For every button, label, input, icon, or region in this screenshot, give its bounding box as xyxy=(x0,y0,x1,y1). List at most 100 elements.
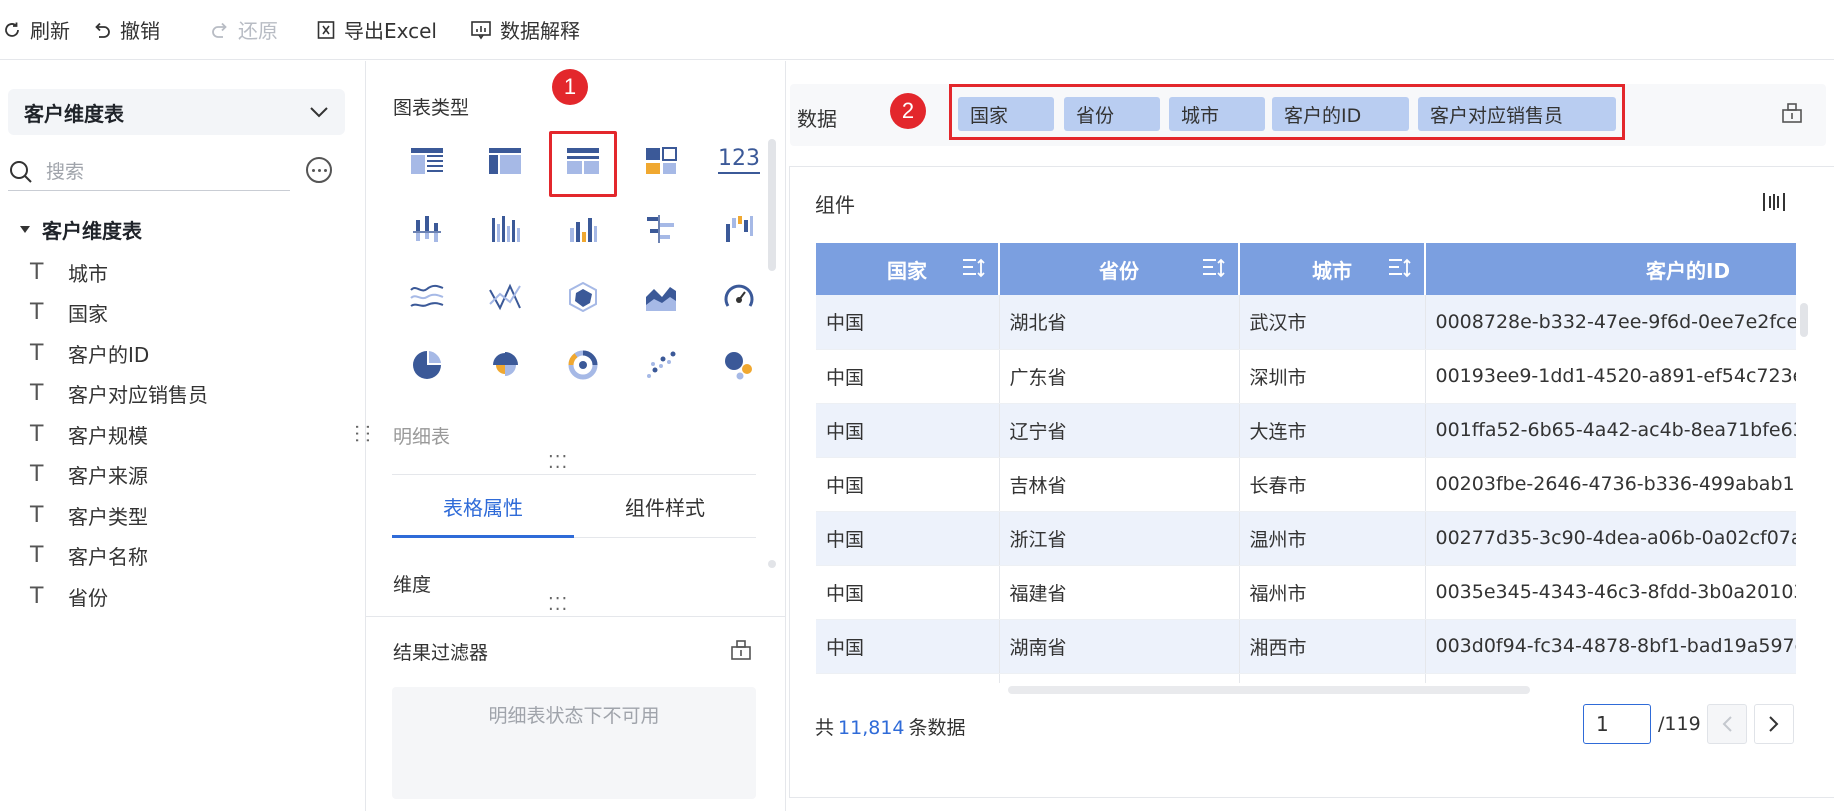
data-explain-button[interactable]: 数据解释 xyxy=(470,0,580,60)
field-item[interactable]: T 省份 xyxy=(30,576,208,617)
multi-bar-icon xyxy=(492,216,520,242)
table-row[interactable]: 中国 湖北省 武汉市 0008728e-b332-47ee-9f6d-0ee7e2fc… xyxy=(816,295,1796,350)
redo-button[interactable]: 还原 xyxy=(210,0,278,60)
tree-root[interactable]: 客户维度表 xyxy=(20,215,142,244)
area-chart-icon xyxy=(646,287,676,311)
data-chip[interactable]: 客户对应销售员 xyxy=(1418,97,1616,131)
dashboard-card-icon xyxy=(646,147,677,174)
chart-type-title: 图表类型 xyxy=(393,97,470,119)
table-row[interactable]: 中国 福建省 福州市 0035e345-4343-46c3-8fdd-3b0a2010… xyxy=(816,565,1796,620)
table-row[interactable]: 中国 广东省 深圳市 00193ee9-1dd1-4520-a891-ef54c723… xyxy=(816,349,1796,404)
table-row[interactable]: 中国 吉林省 长春市 00203fbe-2646-4736-b336-499abab1… xyxy=(816,457,1796,512)
field-label: 国家 xyxy=(68,302,108,327)
detail-table: 国家 省份 城市 客户的ID 中国 湖北省 武汉市 0008728e-b332-47e… xyxy=(816,243,1796,683)
prev-page-button[interactable] xyxy=(1707,704,1747,744)
sort-icon[interactable] xyxy=(962,257,988,279)
data-chip[interactable]: 省份 xyxy=(1064,97,1160,131)
data-chip[interactable]: 客户的ID xyxy=(1272,97,1409,131)
chart-type-scatter[interactable] xyxy=(622,331,700,399)
tab-component-style[interactable]: 组件样式 xyxy=(574,475,756,537)
chart-type-column[interactable] xyxy=(544,195,622,263)
more-options-button[interactable] xyxy=(306,157,332,183)
sort-icon[interactable] xyxy=(1202,257,1228,279)
column-header[interactable]: 客户的ID xyxy=(1425,243,1796,295)
refresh-label: 刷新 xyxy=(30,19,70,43)
sort-icon[interactable] xyxy=(1388,257,1414,279)
refresh-icon xyxy=(5,22,19,37)
next-page-button[interactable] xyxy=(1754,704,1794,744)
column-width-button[interactable] xyxy=(1762,190,1786,218)
chart-type-line[interactable] xyxy=(388,263,466,331)
field-item[interactable]: T 客户的ID xyxy=(30,333,208,374)
table-horizontal-scrollbar[interactable] xyxy=(1008,686,1530,694)
chart-type-dashboard-card[interactable] xyxy=(622,127,700,195)
column-header[interactable]: 城市 xyxy=(1239,243,1426,295)
chart-type-gauge[interactable] xyxy=(700,263,778,331)
text-type-icon: T xyxy=(30,502,44,528)
chart-type-multi-bar[interactable] xyxy=(466,195,544,263)
redo-label: 还原 xyxy=(238,19,278,43)
filter-settings-button[interactable] xyxy=(730,639,752,665)
pie-chart-icon xyxy=(413,351,441,379)
chart-type-area[interactable] xyxy=(622,263,700,331)
table-vertical-scrollbar[interactable] xyxy=(1800,303,1808,337)
chart-type-pie[interactable] xyxy=(388,331,466,399)
field-item[interactable]: T 客户类型 xyxy=(30,495,208,536)
record-count-number: 11,814 xyxy=(838,717,905,739)
resize-handle-horizontal[interactable]: ⁚⁚⁚ xyxy=(548,452,568,473)
table-row[interactable]: 中国 辽宁省 大连市 001ffa52-6b65-4a42-ac4b-8ea71bfe… xyxy=(816,403,1796,458)
field-label: 客户名称 xyxy=(68,545,148,570)
data-chip[interactable]: 城市 xyxy=(1169,97,1265,131)
chevron-right-icon xyxy=(1769,716,1779,732)
expand-triangle-icon xyxy=(20,226,30,233)
field-item[interactable]: T 客户来源 xyxy=(30,455,208,496)
chart-type-waterfall[interactable] xyxy=(700,195,778,263)
chart-type-kpi[interactable]: 123 xyxy=(700,127,778,195)
data-bar-settings-button[interactable] xyxy=(1781,102,1803,128)
chart-type-rose[interactable] xyxy=(466,331,544,399)
field-item[interactable]: T 城市 xyxy=(30,252,208,293)
column-adjust-icon xyxy=(1763,193,1785,211)
chart-type-stacked-bar[interactable] xyxy=(388,195,466,263)
field-item[interactable]: T 客户对应销售员 xyxy=(30,374,208,415)
chart-type-cross-table[interactable] xyxy=(466,127,544,195)
column-header[interactable]: 国家 xyxy=(816,243,1000,295)
table-row[interactable]: 中国 浙江省 温州市 00277d35-3c90-4dea-a06b-0a02cf07… xyxy=(816,511,1796,566)
field-list: T 城市 T 国家 T 客户的ID T 客户对应销售员 T 客户规模 T 客户来源 T 客户类… xyxy=(30,252,208,617)
chart-type-parallel[interactable] xyxy=(466,263,544,331)
text-type-icon: T xyxy=(30,421,44,447)
chart-type-detail-table[interactable] xyxy=(544,127,622,197)
grouped-table-icon xyxy=(411,148,443,174)
chart-config-panel: 图表类型 123 1 明细表 ⁚⁚⁚ 表格属性 组件样式 维度 ⁚⁚⁚ 结果过滤… xyxy=(366,61,786,811)
filter-unavailable-text: 明细表状态下不可用 xyxy=(488,705,660,727)
field-label: 城市 xyxy=(68,261,108,286)
page-number-input[interactable]: 1 xyxy=(1583,704,1651,744)
resize-handle-vertical[interactable]: ⁚⁚⁚ xyxy=(351,424,372,444)
search-input[interactable] xyxy=(46,160,266,183)
chart-type-bubble[interactable] xyxy=(700,331,778,399)
data-chip[interactable]: 国家 xyxy=(958,97,1054,131)
undo-button[interactable]: 撤销 xyxy=(92,0,160,60)
line-chart-icon xyxy=(410,284,444,307)
chart-type-scrollbar[interactable] xyxy=(768,139,776,271)
tab-table-properties[interactable]: 表格属性 xyxy=(392,475,574,538)
chart-type-radar[interactable] xyxy=(544,263,622,331)
export-excel-button[interactable]: 导出Excel xyxy=(316,0,437,60)
table-row[interactable]: 中国 湖南省 湘西市 003d0f94-fc34-4878-8bf1-bad19a59… xyxy=(816,619,1796,674)
chart-type-grouped-table[interactable] xyxy=(388,127,466,195)
column-header[interactable]: 省份 xyxy=(999,243,1240,295)
dataset-panel: 客户维度表 客户维度表 T 城市 T 国家 T 客户的ID T 客户对应销售员 T 客户规… xyxy=(0,61,366,811)
undo-label: 撤销 xyxy=(120,19,160,43)
refresh-button[interactable]: 刷新 xyxy=(2,0,70,60)
resize-handle-horizontal-2[interactable]: ⁚⁚⁚ xyxy=(548,594,568,615)
field-item[interactable]: T 国家 xyxy=(30,293,208,334)
page-total: /119 xyxy=(1658,713,1701,735)
dataset-select[interactable]: 客户维度表 xyxy=(8,89,345,135)
chevron-down-icon xyxy=(310,107,328,118)
table-row[interactable] xyxy=(816,673,1796,683)
field-item[interactable]: T 客户名称 xyxy=(30,536,208,577)
chart-type-multilevel-pie[interactable] xyxy=(544,331,622,399)
field-item[interactable]: T 客户规模 xyxy=(30,414,208,455)
chart-type-horizontal-bar[interactable] xyxy=(622,195,700,263)
stacked-bar-icon xyxy=(413,216,441,242)
